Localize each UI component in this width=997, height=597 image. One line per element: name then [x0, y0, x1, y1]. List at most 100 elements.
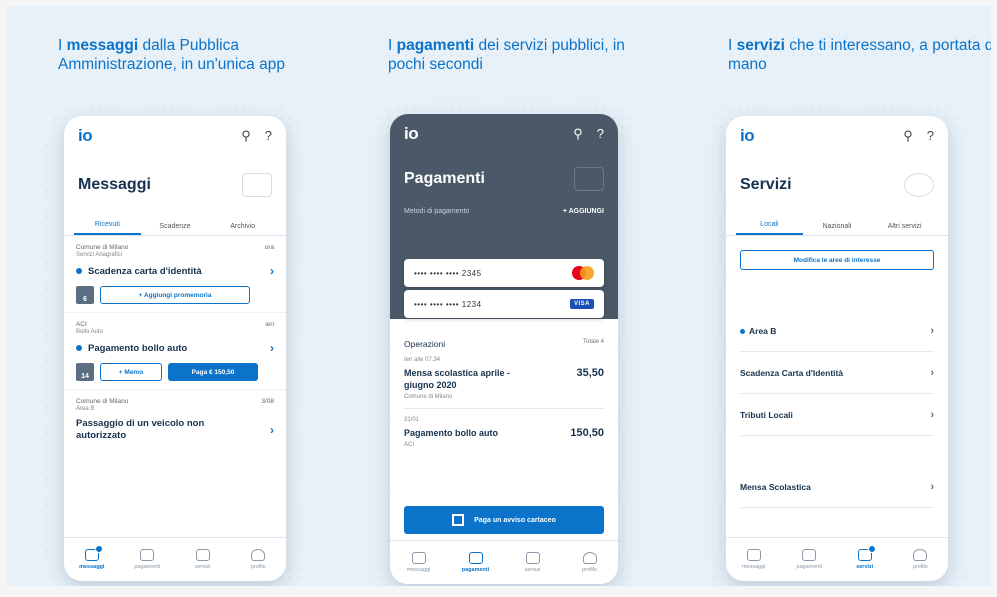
- list-item[interactable]: Tributi Locali ›: [740, 394, 934, 436]
- tab-nazionali[interactable]: Nazionali: [804, 223, 871, 235]
- card-number: •••• •••• •••• 2345: [414, 268, 482, 278]
- tab-archivio[interactable]: Archivio: [209, 223, 276, 235]
- modify-interests-button[interactable]: Modifica le aree di interesse: [740, 250, 934, 270]
- message-icon: [84, 545, 103, 561]
- payment-methods-label: Metodi di pagamento: [404, 208, 470, 215]
- nav-label: profilo: [582, 567, 597, 573]
- message-icon: [411, 552, 426, 564]
- nav-profilo[interactable]: profilo: [893, 549, 949, 570]
- operations-total: Totale 4: [582, 339, 604, 345]
- pay-notice-label: Paga un avviso cartaceo: [474, 516, 556, 524]
- notification-badge: [867, 545, 876, 553]
- help-icon[interactable]: ?: [265, 128, 272, 144]
- bank-icon: [574, 167, 604, 191]
- nav-messaggi[interactable]: messaggi: [390, 552, 447, 573]
- nav-messaggi[interactable]: messaggi: [726, 549, 782, 570]
- add-method-button[interactable]: + AGGIUNGI: [563, 208, 604, 215]
- search-icon[interactable]: ⚲: [903, 128, 913, 144]
- payment-card[interactable]: •••• •••• •••• 2345: [404, 259, 604, 287]
- search-icon[interactable]: ⚲: [241, 128, 251, 144]
- help-icon[interactable]: ?: [597, 126, 604, 142]
- list-item[interactable]: Comune di Milano ora Servizi Anagrafici S…: [64, 236, 286, 313]
- nav-profilo[interactable]: profilo: [231, 549, 287, 570]
- messages-headline: I messaggi dalla Pubblica Amministrazion…: [58, 36, 328, 74]
- operation-date: 31/01: [404, 417, 420, 423]
- headline-text: I: [58, 37, 67, 54]
- list-item[interactable]: Ieri alle 07.34 Mensa scolastica aprile …: [404, 349, 604, 409]
- nav-label: messaggi: [741, 564, 766, 570]
- chevron-right-icon: ›: [930, 324, 934, 337]
- headline-text: I: [728, 37, 737, 54]
- headline-bold: messaggi: [66, 37, 139, 54]
- nav-pagamenti[interactable]: pagamenti: [782, 549, 838, 570]
- nav-servizi[interactable]: servizi: [504, 552, 561, 573]
- mastercard-icon: [572, 266, 594, 280]
- qr-code-icon: [452, 514, 465, 526]
- nav-label: pagamenti: [796, 564, 823, 570]
- page-title: Messaggi: [78, 176, 151, 193]
- add-reminder-button[interactable]: + Aggiungi promemoria: [100, 286, 250, 304]
- search-icon[interactable]: ⚲: [573, 126, 583, 142]
- message-sender: Comune di Milano: [76, 244, 129, 251]
- tab-locali[interactable]: Locali: [736, 221, 803, 235]
- operations-label: Operazioni: [404, 339, 446, 349]
- headline-bold: servizi: [736, 37, 785, 54]
- message-title: Scadenza carta d'identità: [88, 265, 202, 277]
- message-time: ieri: [265, 321, 274, 328]
- headline-bold: pagamenti: [396, 37, 475, 54]
- nav-label: messaggi: [406, 567, 431, 573]
- service-name: Mensa Scolastica: [740, 481, 811, 492]
- app-header: io ⚲ ?: [64, 116, 286, 156]
- unread-dot: [76, 267, 82, 274]
- services-headline: I servizi che ti interessano, a portata …: [728, 36, 991, 74]
- pay-notice-button[interactable]: Paga un avviso cartaceo: [404, 506, 604, 534]
- message-service: Servizi Anagrafici: [76, 252, 123, 258]
- message-time: 3/08: [261, 398, 274, 405]
- page-title: Pagamenti: [404, 170, 485, 187]
- list-item[interactable]: Mensa Scolastica ›: [740, 466, 934, 508]
- calendar-icon: 6: [76, 286, 94, 304]
- nav-messaggi[interactable]: messaggi: [64, 545, 120, 570]
- nav-profilo[interactable]: profilo: [561, 552, 618, 573]
- envelope-icon: [242, 173, 272, 197]
- operation-title: Pagamento bollo auto: [404, 428, 499, 438]
- service-name: Tributi Locali: [740, 409, 793, 420]
- list-item[interactable]: 31/01 Pagamento bollo auto 150,50 ACI: [404, 409, 604, 456]
- list-item[interactable]: Scadenza Carta d'Identità ›: [740, 352, 934, 394]
- services-icon: [525, 552, 540, 564]
- services-tabs: Locali Nazionali Altri servizi: [726, 214, 948, 236]
- nav-label: servizi: [524, 567, 541, 573]
- message-tabs: Ricevuti Scadenze Archivio: [64, 214, 286, 236]
- services-icon: [857, 545, 876, 561]
- nav-pagamenti[interactable]: pagamenti: [447, 552, 504, 573]
- nav-pagamenti[interactable]: pagamenti: [120, 549, 176, 570]
- bottom-nav: messaggi pagamenti servizi profilo: [64, 537, 286, 581]
- message-icon: [746, 549, 761, 561]
- headline-text: I: [388, 37, 397, 54]
- payments-header: io ⚲ ? Pagamenti Metodi di pagamento + A…: [390, 114, 618, 319]
- list-item[interactable]: ACI ieri Bollo Auto Pagamento bollo auto ›…: [64, 313, 286, 390]
- list-item[interactable]: Comune di Milano 3/08 Area B Passaggio di…: [64, 390, 286, 450]
- tab-scadenze[interactable]: Scadenze: [142, 223, 209, 235]
- card-number: •••• •••• •••• 1234: [414, 299, 482, 309]
- list-item[interactable]: Area B ›: [740, 310, 934, 352]
- app-header: io ⚲ ?: [726, 116, 948, 156]
- service-name: Scadenza Carta d'Identità: [740, 367, 844, 378]
- message-sender: Comune di Milano: [76, 398, 129, 405]
- nav-servizi[interactable]: servizi: [837, 545, 893, 570]
- operation-payee: Comune di Milano: [404, 394, 453, 400]
- message-sender: ACI: [76, 321, 87, 328]
- memo-button[interactable]: + Memo: [100, 363, 162, 381]
- notification-badge: [94, 545, 103, 553]
- pay-button[interactable]: Paga € 150,50: [168, 363, 258, 381]
- services-icon: [195, 549, 210, 561]
- tab-ricevuti[interactable]: Ricevuti: [74, 221, 141, 235]
- payments-panel: I pagamenti dei servizi pubblici, in poc…: [336, 6, 656, 586]
- help-icon[interactable]: ?: [927, 128, 934, 144]
- nav-label: servizi: [856, 564, 874, 570]
- io-logo: io: [740, 126, 755, 145]
- tab-altri-servizi[interactable]: Altri servizi: [871, 223, 938, 235]
- nav-servizi[interactable]: servizi: [175, 549, 231, 570]
- payments-headline: I pagamenti dei servizi pubblici, in poc…: [388, 36, 658, 74]
- payment-card[interactable]: •••• •••• •••• 1234 VISA: [404, 290, 604, 318]
